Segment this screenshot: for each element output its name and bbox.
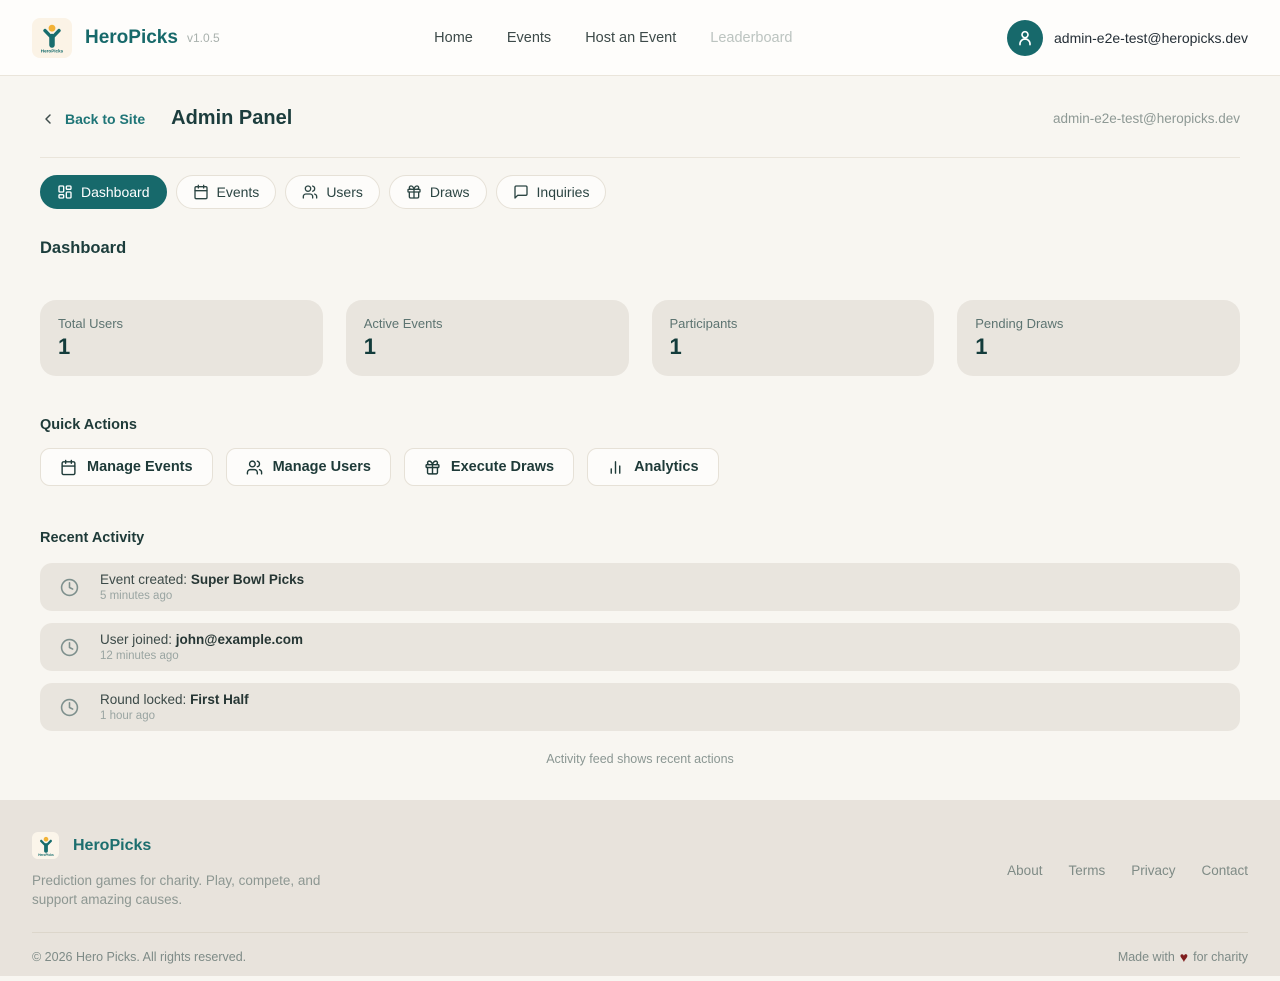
nav-link-leaderboard[interactable]: Leaderboard: [710, 30, 792, 46]
quick-actions: Manage Events Manage Users Execute Draws…: [40, 448, 1240, 486]
layout-dashboard-icon: [57, 184, 73, 200]
stat-label: Active Events: [364, 316, 611, 331]
activity-text: Round locked: First Half: [100, 692, 249, 707]
tab-events[interactable]: Events: [176, 175, 277, 209]
activity-text: Event created: Super Bowl Picks: [100, 572, 304, 587]
footer-link-contact[interactable]: Contact: [1201, 863, 1248, 878]
recent-activity-heading: Recent Activity: [40, 530, 1240, 546]
brand-name: HeroPicks: [85, 27, 178, 49]
activity-list: Event created: Super Bowl Picks 5 minute…: [40, 563, 1240, 731]
stat-label: Participants: [670, 316, 917, 331]
stat-card-active-events: Active Events 1: [346, 300, 629, 376]
user-avatar: [1007, 20, 1043, 56]
stat-label: Pending Draws: [975, 316, 1222, 331]
nav-link-home[interactable]: Home: [434, 30, 473, 46]
analytics-button[interactable]: Analytics: [587, 448, 718, 486]
manage-users-button[interactable]: Manage Users: [226, 448, 391, 486]
heart-icon: ♥: [1180, 950, 1188, 964]
footer-link-privacy[interactable]: Privacy: [1131, 863, 1175, 878]
activity-highlight: john@example.com: [176, 632, 303, 647]
page-title: Admin Panel: [171, 107, 292, 130]
main-nav: Home Events Host an Event Leaderboard: [220, 30, 1007, 46]
nav-link-events[interactable]: Events: [507, 30, 551, 46]
heropicks-logo-icon: HeroPicks: [32, 832, 59, 859]
clock-icon: [60, 578, 79, 597]
copyright: © 2026 Hero Picks. All rights reserved.: [32, 950, 246, 964]
stat-card-total-users: Total Users 1: [40, 300, 323, 376]
gift-icon: [424, 459, 441, 476]
activity-footnote: Activity feed shows recent actions: [40, 752, 1240, 766]
clock-icon: [60, 698, 79, 717]
dashboard-heading: Dashboard: [40, 239, 1240, 258]
stat-value: 1: [975, 334, 1222, 360]
chevron-left-icon: [40, 111, 56, 127]
nav-link-host-an-event[interactable]: Host an Event: [585, 30, 676, 46]
manage-events-button[interactable]: Manage Events: [40, 448, 213, 486]
stat-value: 1: [670, 334, 917, 360]
clock-icon: [60, 638, 79, 657]
stat-cards: Total Users 1 Active Events 1 Participan…: [40, 300, 1240, 376]
stat-card-pending-draws: Pending Draws 1: [957, 300, 1240, 376]
footer-link-about[interactable]: About: [1007, 863, 1042, 878]
tab-label: Users: [326, 184, 363, 200]
button-label: Analytics: [634, 459, 698, 475]
stat-value: 1: [58, 334, 305, 360]
user-email: admin-e2e-test@heropicks.dev: [1054, 30, 1248, 46]
svg-text:HeroPicks: HeroPicks: [38, 852, 54, 856]
footer-links: About Terms Privacy Contact: [1007, 863, 1248, 878]
footer-link-terms[interactable]: Terms: [1068, 863, 1105, 878]
tab-users[interactable]: Users: [285, 175, 380, 209]
activity-timestamp: 1 hour ago: [100, 710, 249, 722]
tab-label: Draws: [430, 184, 470, 200]
admin-main: Back to Site Admin Panel admin-e2e-test@…: [40, 76, 1240, 800]
quick-actions-heading: Quick Actions: [40, 417, 1240, 433]
app-version: v1.0.5: [187, 31, 220, 45]
made-with-charity: Made with ♥ for charity: [1118, 950, 1248, 964]
users-icon: [246, 459, 263, 476]
admin-header: Back to Site Admin Panel admin-e2e-test@…: [40, 76, 1240, 158]
footer-brand-name: HeroPicks: [73, 837, 151, 855]
calendar-icon: [60, 459, 77, 476]
tab-label: Events: [217, 184, 260, 200]
message-square-icon: [513, 184, 529, 200]
stat-card-participants: Participants 1: [652, 300, 935, 376]
svg-text:HeroPicks: HeroPicks: [41, 48, 64, 53]
activity-timestamp: 5 minutes ago: [100, 590, 304, 602]
footer-brand-block: HeroPicks HeroPicks Prediction games for…: [32, 832, 362, 909]
back-to-site-link[interactable]: Back to Site: [40, 111, 145, 127]
list-item: User joined: john@example.com 12 minutes…: [40, 623, 1240, 671]
gift-icon: [406, 184, 422, 200]
admin-tabs: Dashboard Events Users Draws: [40, 175, 1240, 209]
execute-draws-button[interactable]: Execute Draws: [404, 448, 574, 486]
users-icon: [302, 184, 318, 200]
admin-email: admin-e2e-test@heropicks.dev: [1053, 111, 1240, 126]
tab-inquiries[interactable]: Inquiries: [496, 175, 607, 209]
footer: HeroPicks HeroPicks Prediction games for…: [0, 800, 1280, 976]
footer-tagline: Prediction games for charity. Play, comp…: [32, 871, 362, 909]
user-icon: [1015, 28, 1035, 48]
user-menu[interactable]: admin-e2e-test@heropicks.dev: [1007, 20, 1248, 56]
button-label: Manage Users: [273, 459, 371, 475]
bar-chart-icon: [607, 459, 624, 476]
list-item: Event created: Super Bowl Picks 5 minute…: [40, 563, 1240, 611]
activity-highlight: First Half: [190, 692, 249, 707]
stat-value: 1: [364, 334, 611, 360]
activity-highlight: Super Bowl Picks: [191, 572, 304, 587]
activity-timestamp: 12 minutes ago: [100, 650, 303, 662]
tab-label: Inquiries: [537, 184, 590, 200]
list-item: Round locked: First Half 1 hour ago: [40, 683, 1240, 731]
calendar-icon: [193, 184, 209, 200]
tab-dashboard[interactable]: Dashboard: [40, 175, 167, 209]
tab-label: Dashboard: [81, 184, 150, 200]
button-label: Execute Draws: [451, 459, 554, 475]
activity-text: User joined: john@example.com: [100, 632, 303, 647]
tab-draws[interactable]: Draws: [389, 175, 487, 209]
heropicks-logo-icon: HeroPicks: [32, 18, 72, 58]
back-to-site-label: Back to Site: [65, 111, 145, 127]
top-navbar: HeroPicks HeroPicks v1.0.5 Home Events H…: [0, 0, 1280, 76]
brand-home-link[interactable]: HeroPicks HeroPicks v1.0.5: [32, 18, 220, 58]
stat-label: Total Users: [58, 316, 305, 331]
button-label: Manage Events: [87, 459, 193, 475]
